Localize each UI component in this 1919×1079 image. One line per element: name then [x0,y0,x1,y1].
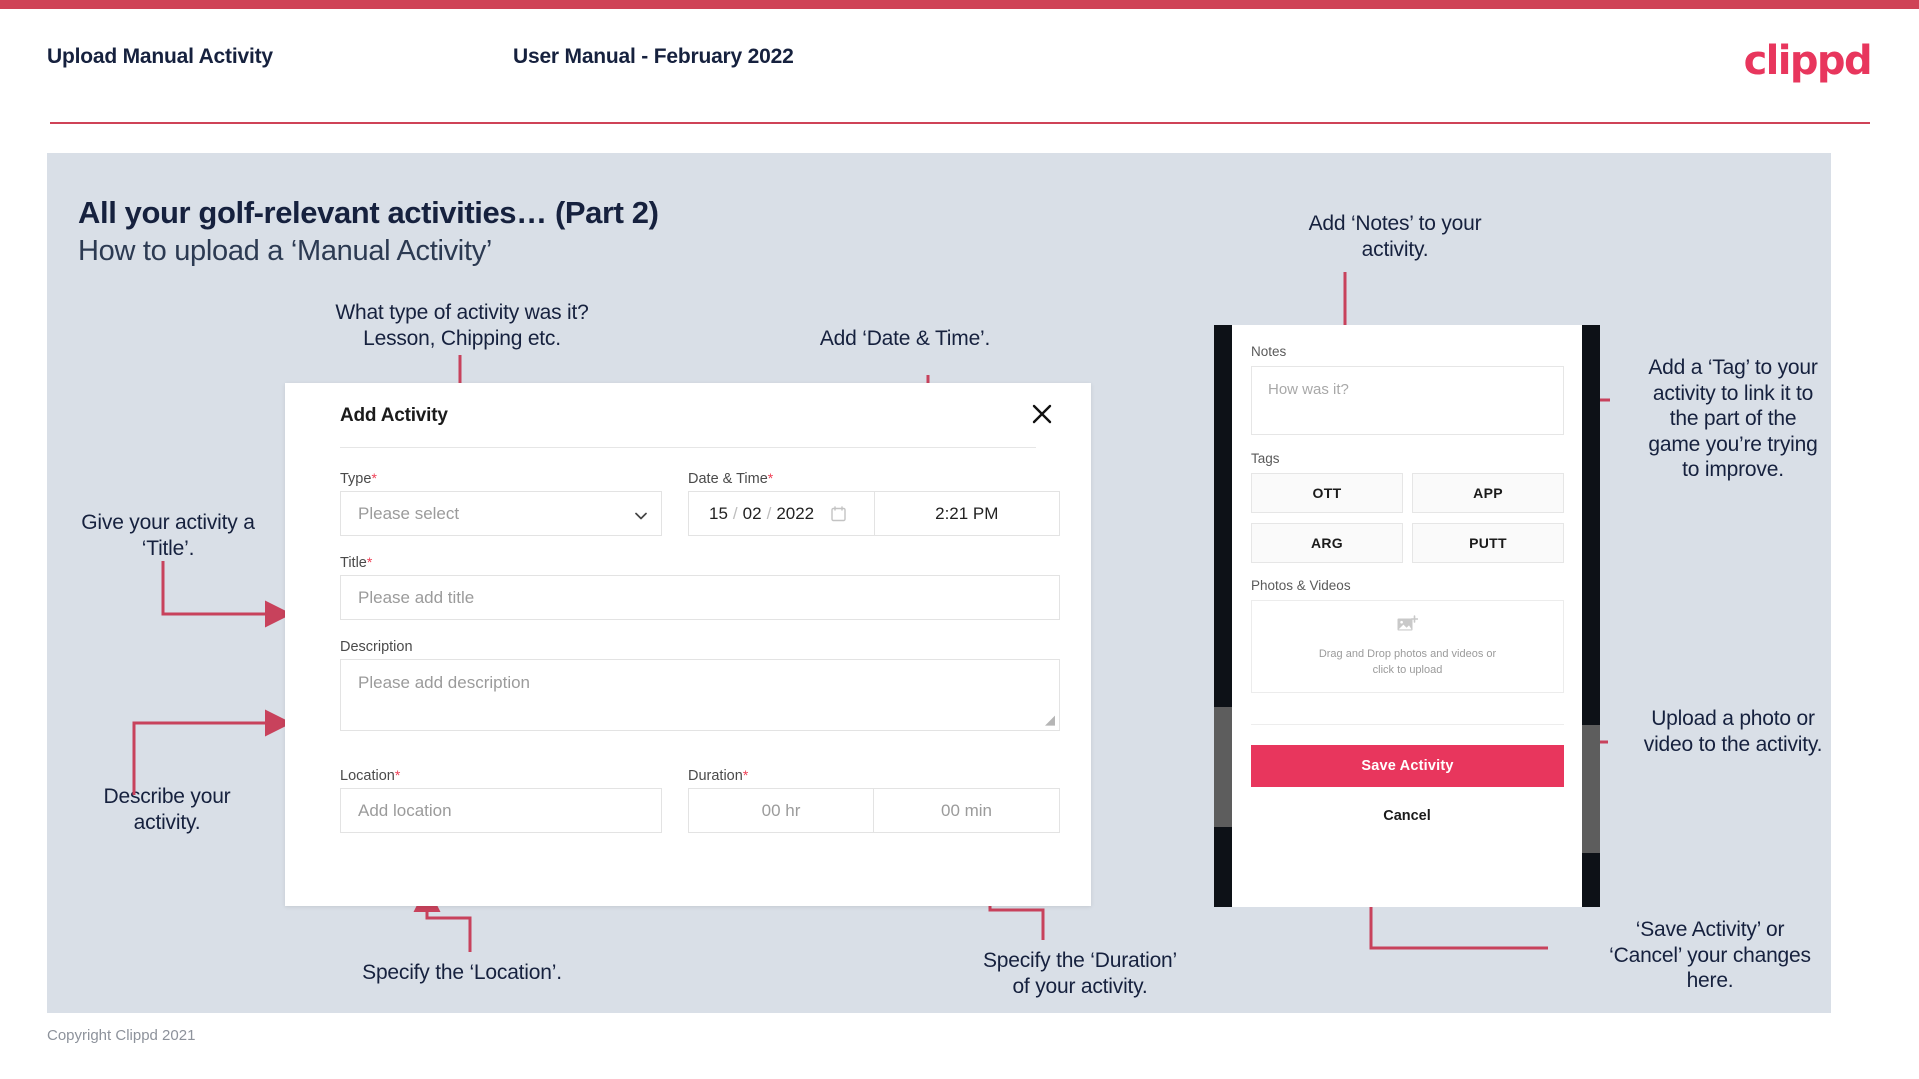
title-label-text: Title [340,555,367,571]
description-label: Description [340,638,413,655]
notes-label: Notes [1251,344,1287,359]
header-divider [50,122,1870,124]
notes-input[interactable]: How was it? [1251,366,1564,435]
tag-button-ott[interactable]: OTT [1251,473,1403,513]
save-activity-button[interactable]: Save Activity [1251,745,1564,787]
close-icon[interactable] [1025,397,1059,431]
title-label: Title* [340,554,372,571]
tag-label-arg: ARG [1310,535,1343,551]
location-label: Location* [340,767,400,784]
tag-button-arg[interactable]: ARG [1251,523,1403,563]
title-placeholder: Please add title [358,587,475,607]
type-select[interactable]: Please select [340,491,662,536]
cancel-button[interactable]: Cancel [1232,808,1582,824]
page-subtitle: User Manual - February 2022 [513,45,794,68]
cancel-label: Cancel [1383,808,1431,824]
annotation-datetime: Add ‘Date & Time’. [819,327,991,350]
photos-videos-label: Photos & Videos [1251,578,1351,593]
notes-placeholder: How was it? [1268,381,1349,398]
page-title: Upload Manual Activity [47,45,273,68]
annotation-photos: Upload a photo or video to the activity. [1643,707,1823,756]
datetime-label-text: Date & Time [688,471,768,487]
time-value: 2:21 PM [935,503,999,523]
clippd-logo: clippd [1743,38,1873,84]
date-month: 02 [742,503,762,523]
annotation-tags: Add a ‘Tag’ to your activity to link it t… [1648,356,1818,482]
description-label-text: Description [340,639,413,655]
phone-volume-button-left [1214,707,1232,827]
datetime-label: Date & Time* [688,470,773,487]
annotation-description: Describe your activity. [103,785,231,834]
dialog-divider [340,447,1036,448]
chevron-down-icon [634,507,647,520]
tag-label-ott: OTT [1312,485,1342,501]
description-placeholder: Please add description [358,673,531,692]
slide-heading: All your golf-relevant activities… (Part… [78,195,659,230]
add-image-icon [1397,614,1419,639]
duration-label-text: Duration [688,768,743,784]
phone-frame-left [1214,325,1232,907]
duration-minutes-input[interactable]: 00 min [874,789,1059,832]
type-placeholder: Please select [358,503,460,523]
resize-handle-icon[interactable]: ◢ [1045,712,1055,728]
location-required-marker: * [394,767,401,783]
type-label: Type* [340,470,377,487]
duration-required-marker: * [742,767,749,783]
description-textarea[interactable]: Please add description ◢ [340,659,1060,731]
phone-divider [1251,724,1564,725]
tag-button-app[interactable]: APP [1412,473,1564,513]
date-year: 2022 [776,503,815,523]
phone-power-button-right [1582,725,1600,853]
dropzone-line-1: Drag and Drop photos and videos or [1318,647,1497,660]
location-placeholder: Add location [358,800,452,820]
phone-mockup: Notes How was it? Tags OTT APP ARG PUTT … [1214,325,1600,907]
annotation-notes: Add ‘Notes’ to your activity. [1308,212,1482,261]
slide-page: Upload Manual Activity User Manual - Feb… [0,0,1919,1079]
tag-label-app: APP [1473,485,1503,501]
dialog-title: Add Activity [340,405,448,426]
title-required-marker: * [366,554,373,570]
photo-dropzone[interactable]: Drag and Drop photos and videos or click… [1251,600,1564,693]
title-input[interactable]: Please add title [340,575,1060,620]
type-label-text: Type [340,471,372,487]
annotation-save-cancel: ‘Save Activity’ or ‘Cancel’ your changes h… [1609,918,1811,993]
annotation-type: What type of activity was it? Lesson, Chi… [335,301,589,350]
annotation-title: Give your activity a ‘Title’. [81,511,255,560]
location-label-text: Location [340,768,395,784]
slide-subheading: How to upload a ‘Manual Activity’ [78,235,493,267]
duration-minutes-placeholder: 00 min [940,800,993,820]
date-sep-1: / [732,503,738,523]
phone-frame-right [1582,325,1600,907]
calendar-icon[interactable] [831,505,846,522]
location-input[interactable]: Add location [340,788,662,833]
date-sep-2: / [766,503,772,523]
dropzone-line-2: click to upload [1372,664,1443,676]
save-activity-label: Save Activity [1361,758,1454,774]
tag-button-putt[interactable]: PUTT [1412,523,1564,563]
duration-label: Duration* [688,767,748,784]
tag-label-putt: PUTT [1469,535,1507,551]
type-required-marker: * [371,470,377,486]
datetime-required-marker: * [767,470,774,486]
top-accent-bar [0,0,1919,9]
annotation-location: Specify the ‘Location’. [362,961,562,984]
duration-hours-placeholder: 00 hr [761,800,801,820]
date-input[interactable]: 15 / 02 / 2022 [689,492,875,535]
duration-field: 00 hr 00 min [688,788,1060,833]
time-input[interactable]: 2:21 PM [875,492,1059,535]
date-day: 15 [709,503,728,523]
datetime-field[interactable]: 15 / 02 / 2022 2:21 PM [688,491,1060,536]
footer-copyright: Copyright Clippd 2021 [47,1027,196,1044]
dropzone-text: Drag and Drop photos and videos or click… [1319,646,1496,679]
annotation-duration: Specify the ‘Duration’ of your activity. [982,949,1178,998]
tags-label: Tags [1251,451,1280,466]
phone-screen: Notes How was it? Tags OTT APP ARG PUTT … [1232,325,1582,907]
dialog-header: Add Activity [285,383,1091,445]
duration-hours-input[interactable]: 00 hr [689,789,874,832]
add-activity-dialog: Add Activity Type* Please select Date & … [285,383,1091,906]
